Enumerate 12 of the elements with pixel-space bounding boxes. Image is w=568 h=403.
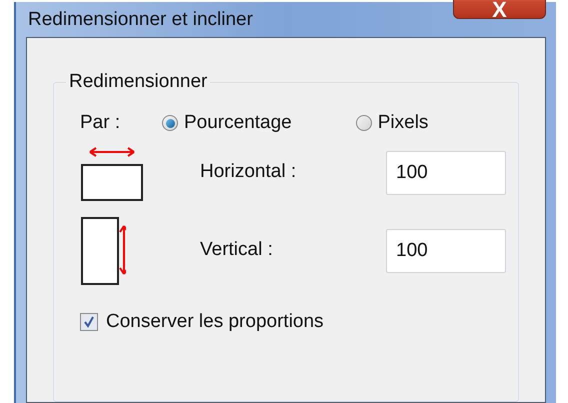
keep-ratio-checkbox[interactable]: Conserver les proportions — [80, 308, 518, 336]
size-input[interactable]: 100 — [386, 228, 506, 272]
size-input[interactable]: 100 — [386, 150, 506, 194]
close-button[interactable]: X — [453, 0, 546, 19]
checkmark-icon — [83, 316, 95, 328]
window-title: Redimensionner et incliner — [28, 8, 253, 32]
unit-radio[interactable]: Pourcentage — [162, 109, 292, 138]
field-label: Horizontal : — [200, 160, 298, 184]
by-label: Par : — [80, 111, 122, 135]
unit-radio[interactable]: Pixels — [356, 109, 428, 138]
field-label: Vertical : — [200, 238, 274, 262]
vertical-resize-drawing — [80, 216, 126, 286]
